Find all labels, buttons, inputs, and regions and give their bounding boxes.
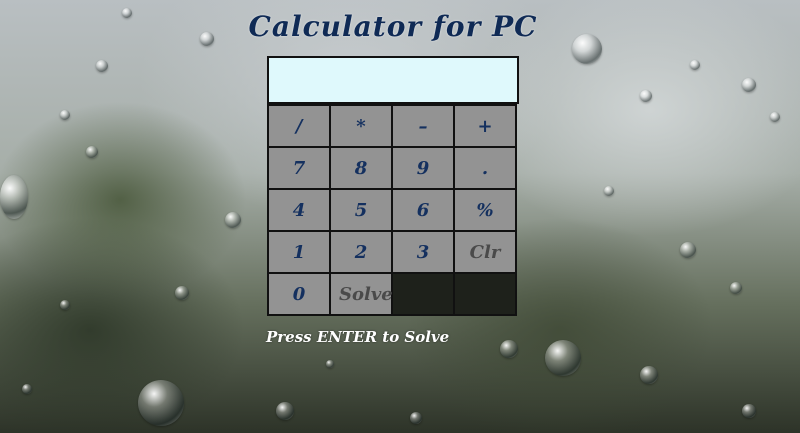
display-field[interactable] xyxy=(267,56,519,104)
divide-button[interactable]: / xyxy=(268,105,330,147)
app-title: Calculator for PC xyxy=(248,10,538,43)
water-droplet xyxy=(742,78,756,92)
digit-6-button[interactable]: 6 xyxy=(392,189,454,231)
water-droplet xyxy=(640,90,652,102)
water-droplet xyxy=(138,380,184,426)
digit-8-button[interactable]: 8 xyxy=(330,147,392,189)
empty-key-slot xyxy=(454,273,516,315)
empty-key-slot xyxy=(392,273,454,315)
water-droplet xyxy=(640,366,658,384)
digit-7-button[interactable]: 7 xyxy=(268,147,330,189)
water-droplet xyxy=(175,286,189,300)
water-droplet xyxy=(545,340,581,376)
digit-9-button[interactable]: 9 xyxy=(392,147,454,189)
digit-4-button[interactable]: 4 xyxy=(268,189,330,231)
calculator: / * – + 7 8 9 . 4 5 6 % 1 2 3 Clr 0 Solv… xyxy=(267,56,519,322)
water-droplet xyxy=(604,186,614,196)
water-droplet xyxy=(680,242,696,258)
water-droplet xyxy=(410,412,422,424)
digit-5-button[interactable]: 5 xyxy=(330,189,392,231)
water-droplet xyxy=(22,384,32,394)
water-droplet xyxy=(730,282,742,294)
multiply-button[interactable]: * xyxy=(330,105,392,147)
water-droplet xyxy=(60,110,70,120)
digit-3-button[interactable]: 3 xyxy=(392,231,454,273)
water-droplet xyxy=(742,404,756,418)
digit-0-button[interactable]: 0 xyxy=(268,273,330,315)
keypad: / * – + 7 8 9 . 4 5 6 % 1 2 3 Clr 0 Solv… xyxy=(267,104,517,316)
decimal-point-button[interactable]: . xyxy=(454,147,516,189)
app-window: { "app": { "title": "Calculator for PC" … xyxy=(0,0,800,433)
water-droplet xyxy=(225,212,241,228)
water-droplet xyxy=(60,300,70,310)
digit-1-button[interactable]: 1 xyxy=(268,231,330,273)
water-droplet xyxy=(276,402,294,420)
minus-button[interactable]: – xyxy=(392,105,454,147)
water-droplet xyxy=(0,175,28,219)
plus-button[interactable]: + xyxy=(454,105,516,147)
water-droplet xyxy=(500,340,518,358)
water-droplet xyxy=(96,60,108,72)
clear-button[interactable]: Clr xyxy=(454,231,516,273)
digit-2-button[interactable]: 2 xyxy=(330,231,392,273)
water-droplet xyxy=(86,146,98,158)
percent-button[interactable]: % xyxy=(454,189,516,231)
water-droplet xyxy=(770,112,780,122)
water-droplet xyxy=(326,360,334,368)
enter-hint-text: Press ENTER to Solve xyxy=(266,328,450,346)
water-droplet xyxy=(690,60,700,70)
solve-button[interactable]: Solve xyxy=(330,273,393,315)
